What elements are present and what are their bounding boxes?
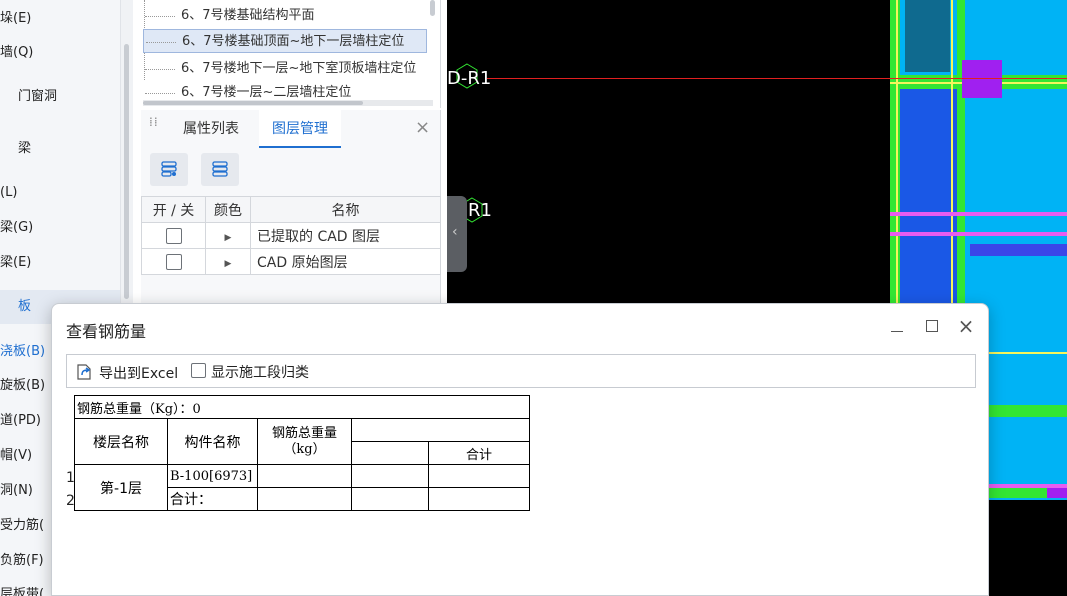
export-excel-icon[interactable]: [75, 363, 93, 381]
axis-label-d-r1: D-R1: [447, 68, 492, 89]
layer-panel: ⁞⁞ 属性列表 图层管理 × 开 / 关 颜色 名称 ▶ 已提取的 CAD 图层: [141, 110, 441, 310]
layer-filter-button[interactable]: [201, 153, 239, 186]
header-name: 名称: [250, 196, 441, 223]
drawing-list-scrollbar[interactable]: [430, 0, 435, 16]
empty-cell: [351, 487, 429, 511]
expand-arrow-icon[interactable]: ▶: [225, 233, 232, 243]
col-floor-name: 楼层名称: [74, 418, 168, 465]
rebar-quantity-dialog: 查看钢筋量 × 导出到Excel 显示施工段归类 1 2 钢筋总重量（Kg）：0…: [51, 303, 989, 596]
sidebar-item[interactable]: 梁: [18, 132, 31, 166]
sidebar-item[interactable]: 梁(E): [0, 246, 31, 280]
subtotal-cell: [428, 464, 530, 488]
weight-cell: [257, 487, 352, 511]
layer-filter-icon: [212, 161, 228, 177]
sidebar-item[interactable]: 门窗洞: [18, 80, 57, 114]
sidebar-item[interactable]: 道(PD): [0, 404, 41, 438]
chevron-left-icon: ‹: [452, 224, 458, 240]
tab-properties[interactable]: 属性列表: [183, 110, 239, 148]
sidebar-item[interactable]: 洞(N): [0, 474, 33, 508]
sidebar-scrollbar-thumb[interactable]: [124, 44, 129, 299]
sidebar-item[interactable]: 层板带(: [0, 578, 44, 596]
show-stage-checkbox[interactable]: [191, 363, 206, 378]
sidebar-item[interactable]: (L): [0, 176, 17, 210]
tab-layer-management[interactable]: 图层管理: [259, 110, 341, 148]
col-group-header: [351, 418, 530, 442]
subtotal-cell: [428, 487, 530, 511]
sidebar-item[interactable]: 浇板(B): [0, 335, 45, 369]
rebar-report-table: 钢筋总重量（Kg）：0 楼层名称 构件名称 钢筋总重量 （kg） 合计 第-1层…: [74, 395, 530, 511]
drawing-list-item[interactable]: 6、7号楼地下一层~地下室顶板墙柱定位: [143, 57, 427, 81]
table-row[interactable]: ▶ 已提取的 CAD 图层: [141, 222, 441, 249]
show-stage-label: 显示施工段归类: [211, 365, 309, 381]
sum-label-cell: 合计：: [167, 487, 258, 511]
drawing-list-item[interactable]: 6、7号楼基础结构平面: [143, 4, 427, 28]
total-weight-label: 钢筋总重量（Kg）：0: [74, 395, 530, 419]
maximize-button[interactable]: [922, 316, 942, 336]
table-row[interactable]: ▶ CAD 原始图层: [141, 248, 441, 275]
layer-toggle-checkbox[interactable]: [165, 253, 182, 270]
layer-display-icon: [161, 161, 177, 177]
col-component-name: 构件名称: [167, 418, 258, 465]
empty-cell: [351, 464, 429, 488]
sidebar-item[interactable]: 受力筋(: [0, 509, 44, 543]
sidebar-item[interactable]: 垛(E): [0, 2, 31, 36]
table-row: 第-1层 B-100[6973]: [74, 464, 530, 511]
dialog-close-button[interactable]: ×: [956, 316, 976, 336]
layer-table: 开 / 关 颜色 名称 ▶ 已提取的 CAD 图层 ▶ CAD 原始图层: [141, 196, 441, 275]
layer-display-button[interactable]: [150, 153, 188, 186]
sidebar-item[interactable]: 负筋(F): [0, 544, 44, 578]
weight-cell: [257, 464, 352, 488]
panel-collapse-handle[interactable]: ‹: [447, 196, 467, 272]
drawing-list: 6、7号楼基础结构平面 6、7号楼基础顶面~地下一层墙柱定位 6、7号楼地下一层~地…: [133, 0, 441, 108]
axis-label-r1: R1: [468, 200, 492, 221]
drawing-list-hscrollbar-thumb[interactable]: [143, 101, 363, 105]
layer-name: CAD 原始图层: [250, 248, 441, 275]
export-excel-button[interactable]: 导出到Excel: [99, 363, 178, 383]
expand-arrow-icon[interactable]: ▶: [225, 259, 232, 269]
col-empty: [351, 441, 429, 465]
component-name-cell: B-100[6973]: [167, 464, 258, 488]
minimize-button[interactable]: [888, 316, 908, 336]
drag-grip-icon[interactable]: ⁞⁞: [149, 116, 159, 134]
header-color: 颜色: [205, 196, 251, 223]
header-toggle: 开 / 关: [141, 196, 206, 223]
sidebar-item[interactable]: 梁(G): [0, 211, 33, 245]
floor-name-cell: 第-1层: [74, 464, 168, 511]
sidebar-item[interactable]: 帽(V): [0, 439, 32, 473]
col-subtotal: 合计: [428, 441, 530, 465]
drawing-list-item[interactable]: 6、7号楼基础顶面~地下一层墙柱定位: [143, 29, 427, 53]
layer-name: 已提取的 CAD 图层: [250, 222, 441, 249]
layer-table-header: 开 / 关 颜色 名称: [141, 196, 441, 223]
col-total-weight: 钢筋总重量 （kg）: [257, 418, 352, 465]
sidebar-item[interactable]: 旋板(B): [0, 369, 45, 403]
layer-toggle-checkbox[interactable]: [165, 227, 182, 244]
dialog-toolbar: 导出到Excel 显示施工段归类: [66, 354, 976, 388]
sidebar-item[interactable]: 墙(Q): [0, 36, 33, 70]
panel-close-icon[interactable]: ×: [415, 118, 430, 138]
dialog-title: 查看钢筋量: [66, 322, 147, 341]
